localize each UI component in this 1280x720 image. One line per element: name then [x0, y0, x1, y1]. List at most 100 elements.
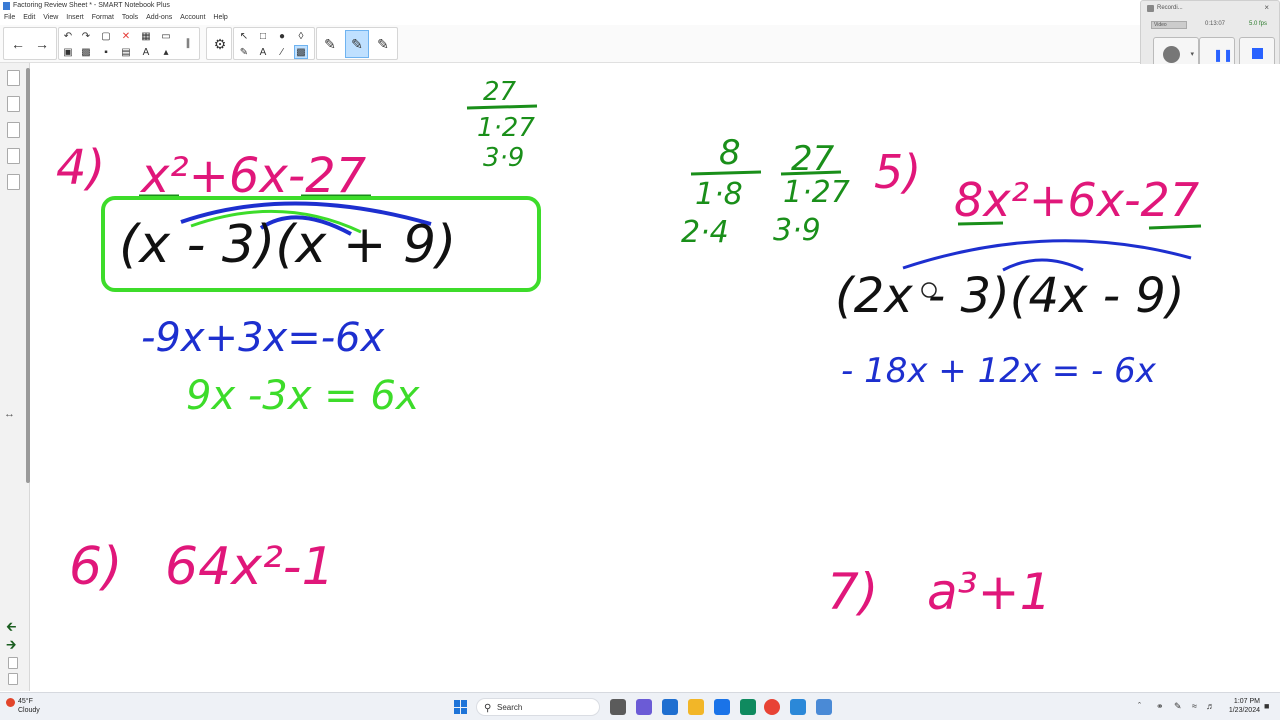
delete-icon[interactable]: ✕ [119, 29, 133, 43]
title-bar: Factoring Review Sheet * - SMART Noteboo… [0, 0, 1280, 12]
delete-page-icon[interactable] [8, 673, 18, 685]
page-icon[interactable]: ▢ [99, 29, 113, 43]
problem-7-expression: a³+1 [927, 563, 1051, 621]
recorder-taskbar-icon[interactable] [816, 699, 832, 715]
display-icon[interactable]: ▤ [119, 45, 133, 59]
fill-icon[interactable]: ◊ [294, 29, 308, 43]
search-placeholder: Search [497, 703, 523, 712]
handwriting-layer: 4) x²+6x-27 27 1·27 3·9 (x - 3)(x + 9) -… [56, 77, 1202, 621]
recorder-source-dropdown[interactable]: Video [1151, 21, 1187, 29]
menu-help[interactable]: Help [213, 12, 227, 24]
menu-insert[interactable]: Insert [66, 12, 84, 24]
recorder-time: 0:13:07 [1205, 21, 1226, 27]
menu-tools[interactable]: Tools [122, 12, 138, 24]
mail-icon[interactable] [714, 699, 730, 715]
underline-27b [1148, 224, 1202, 230]
weather-desc: Cloudy [18, 707, 40, 714]
volume-icon[interactable]: ♬ [1206, 701, 1215, 711]
forward-arrow-icon[interactable]: → [32, 30, 52, 58]
addons-group: ⚙ [206, 27, 232, 60]
start-button[interactable] [454, 700, 468, 714]
system-clock[interactable]: 1:07 PM 1/23/2024 [1220, 697, 1260, 715]
tray-chevron-up-icon[interactable]: ˆ [1138, 701, 1141, 711]
paste-icon[interactable]: ▩ [79, 45, 93, 59]
menu-view[interactable]: View [43, 12, 58, 24]
factor-27-pair-2: 3·9 [483, 143, 524, 173]
menu-file[interactable]: File [4, 12, 15, 24]
pen-style-2-icon[interactable]: ✎ [345, 30, 369, 58]
text-format-icon[interactable]: A [139, 45, 153, 59]
shape-icon[interactable]: ● [275, 29, 289, 43]
pen-style-group: ✎ ✎ ✎ [316, 27, 398, 60]
canvas-scrollbar[interactable] [26, 68, 30, 483]
table-icon[interactable]: ▦ [139, 29, 153, 43]
slider-icon[interactable]: ∥ [181, 36, 195, 50]
taskbar: 45°F Cloudy ⚲ Search ˆ ⚭ ✎ ≈ ♬ 1:07 PM 1… [0, 692, 1280, 720]
microphone-icon[interactable]: ⚭ [1156, 701, 1164, 712]
properties-tab[interactable] [7, 148, 20, 164]
screen-shade-icon[interactable]: ▭ [159, 29, 173, 43]
store-icon[interactable] [662, 699, 678, 715]
menu-addons[interactable]: Add-ons [146, 12, 172, 24]
weather-icon [6, 698, 15, 707]
chrome-icon[interactable] [764, 699, 780, 715]
factor-27b-pair-1: 1·27 [783, 175, 850, 210]
tools-group: ↖ □ ● ◊ ✎ A ∕ ▩ [233, 27, 315, 60]
factor-8-head: 8 [719, 133, 741, 173]
fraction-bar-8 [690, 170, 762, 176]
back-arrow-icon[interactable]: ← [8, 30, 28, 58]
menu-edit[interactable]: Edit [23, 12, 35, 24]
chat-icon[interactable] [636, 699, 652, 715]
next-page-icon[interactable]: 🡲 [6, 636, 17, 658]
task-view-icon[interactable] [610, 699, 626, 715]
select-icon[interactable]: ↖ [237, 29, 251, 43]
smart-notebook-taskbar-icon[interactable] [790, 699, 806, 715]
page-sorter-tab[interactable] [7, 70, 20, 86]
problem-4: 4) x²+6x-27 27 1·27 3·9 (x - 3)(x + 9) -… [56, 77, 541, 419]
menu-account[interactable]: Account [180, 12, 205, 24]
magic-pen-icon[interactable]: □ [256, 29, 270, 43]
add-page-icon[interactable]: ▣ [61, 45, 75, 59]
file-explorer-icon[interactable] [688, 699, 704, 715]
edge-icon[interactable] [740, 699, 756, 715]
text-icon[interactable]: A [256, 45, 270, 59]
windows-logo-icon [454, 700, 460, 707]
wifi-icon[interactable]: ≈ [1192, 701, 1197, 711]
redo-icon[interactable]: ↷ [79, 29, 93, 43]
stop-icon [1252, 48, 1263, 59]
undo-icon[interactable]: ↶ [61, 29, 75, 43]
addons-icon[interactable]: ⚙ [210, 30, 230, 58]
menu-format[interactable]: Format [92, 12, 114, 24]
whiteboard-canvas[interactable]: 4) x²+6x-27 27 1·27 3·9 (x - 3)(x + 9) -… [31, 64, 1280, 691]
factor-8-pair-1: 1·8 [695, 177, 743, 212]
problem-5-check-blue: - 18x + 12x = - 6x [841, 351, 1157, 391]
blue-arc-5 [902, 239, 1192, 270]
addons-tab[interactable] [7, 174, 20, 190]
notification-icon[interactable]: ■ [1264, 701, 1269, 711]
problem-5-factored: (2x - 3)(4x - 9) [835, 268, 1185, 324]
gallery-tab[interactable] [7, 96, 20, 112]
taskbar-search[interactable]: ⚲ Search [476, 698, 600, 716]
line-icon[interactable]: ∕ [275, 45, 289, 59]
pen-tray-icon[interactable]: ✎ [1174, 701, 1182, 712]
notebook-app-icon [3, 2, 10, 10]
smart-notebook-window: Factoring Review Sheet * - SMART Noteboo… [0, 0, 1280, 720]
chevron-down-icon[interactable]: ▾ [1190, 50, 1194, 58]
recorder-title: Recordi... [1157, 5, 1183, 11]
pen-style-3-icon[interactable]: ✎ [373, 30, 393, 58]
left-sidebar: ↔ 🡰 🡲 [0, 63, 30, 691]
save-icon[interactable]: ▪ [99, 45, 113, 59]
problem-5: 8 1·8 2·4 27 1·27 3·9 5) 8x²+6x-27 (2x -… [681, 133, 1202, 391]
problem-6-number: 6) [69, 537, 122, 597]
nav-group: ← → [3, 27, 57, 60]
eraser-icon[interactable]: ▩ [294, 45, 308, 59]
add-page-icon[interactable] [8, 657, 18, 669]
pen-style-1-icon[interactable]: ✎ [320, 30, 340, 58]
attachments-tab[interactable] [7, 122, 20, 138]
problem-4-check-green: 9x -3x = 6x [186, 373, 420, 419]
weather-widget[interactable]: 45°F Cloudy [6, 697, 40, 715]
pen-icon[interactable]: ✎ [237, 45, 251, 59]
resize-handle-icon[interactable]: ↔ [4, 408, 15, 420]
image-icon[interactable]: ▴ [159, 45, 173, 59]
close-icon[interactable]: × [1264, 3, 1269, 12]
